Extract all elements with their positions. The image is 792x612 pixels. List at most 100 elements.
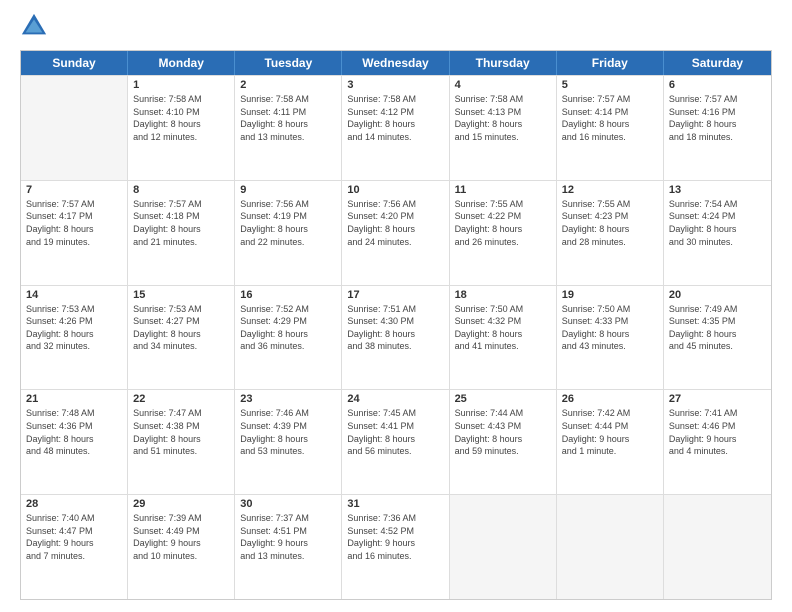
day-number: 12 xyxy=(562,184,658,196)
day-info: Sunrise: 7:57 AM Sunset: 4:17 PM Dayligh… xyxy=(26,198,122,248)
day-number: 4 xyxy=(455,79,551,91)
day-number: 15 xyxy=(133,289,229,301)
cal-week-4: 21 Sunrise: 7:48 AM Sunset: 4:36 PM Dayli… xyxy=(21,389,771,494)
cal-cell: 28 Sunrise: 7:40 AM Sunset: 4:47 PM Dayli… xyxy=(21,495,128,599)
header xyxy=(20,16,772,40)
day-number: 29 xyxy=(133,498,229,510)
day-info: Sunrise: 7:36 AM Sunset: 4:52 PM Dayligh… xyxy=(347,512,443,562)
day-info: Sunrise: 7:54 AM Sunset: 4:24 PM Dayligh… xyxy=(669,198,766,248)
day-number: 10 xyxy=(347,184,443,196)
cal-cell xyxy=(450,495,557,599)
day-number: 24 xyxy=(347,393,443,405)
day-number: 21 xyxy=(26,393,122,405)
cal-cell: 22 Sunrise: 7:47 AM Sunset: 4:38 PM Dayli… xyxy=(128,390,235,494)
cal-week-1: 1 Sunrise: 7:58 AM Sunset: 4:10 PM Daylig… xyxy=(21,75,771,180)
day-info: Sunrise: 7:58 AM Sunset: 4:12 PM Dayligh… xyxy=(347,93,443,143)
calendar-header-row: SundayMondayTuesdayWednesdayThursdayFrid… xyxy=(21,51,771,75)
cal-header-tuesday: Tuesday xyxy=(235,51,342,75)
cal-cell: 5 Sunrise: 7:57 AM Sunset: 4:14 PM Daylig… xyxy=(557,76,664,180)
day-number: 5 xyxy=(562,79,658,91)
cal-cell: 30 Sunrise: 7:37 AM Sunset: 4:51 PM Dayli… xyxy=(235,495,342,599)
cal-cell: 2 Sunrise: 7:58 AM Sunset: 4:11 PM Daylig… xyxy=(235,76,342,180)
day-info: Sunrise: 7:57 AM Sunset: 4:16 PM Dayligh… xyxy=(669,93,766,143)
cal-week-5: 28 Sunrise: 7:40 AM Sunset: 4:47 PM Dayli… xyxy=(21,494,771,599)
day-number: 14 xyxy=(26,289,122,301)
day-number: 6 xyxy=(669,79,766,91)
cal-cell: 15 Sunrise: 7:53 AM Sunset: 4:27 PM Dayli… xyxy=(128,286,235,390)
day-number: 20 xyxy=(669,289,766,301)
cal-cell: 27 Sunrise: 7:41 AM Sunset: 4:46 PM Dayli… xyxy=(664,390,771,494)
day-number: 11 xyxy=(455,184,551,196)
day-info: Sunrise: 7:49 AM Sunset: 4:35 PM Dayligh… xyxy=(669,303,766,353)
day-info: Sunrise: 7:56 AM Sunset: 4:20 PM Dayligh… xyxy=(347,198,443,248)
day-number: 31 xyxy=(347,498,443,510)
day-info: Sunrise: 7:48 AM Sunset: 4:36 PM Dayligh… xyxy=(26,407,122,457)
cal-header-friday: Friday xyxy=(557,51,664,75)
cal-cell: 14 Sunrise: 7:53 AM Sunset: 4:26 PM Dayli… xyxy=(21,286,128,390)
calendar-body: 1 Sunrise: 7:58 AM Sunset: 4:10 PM Daylig… xyxy=(21,75,771,599)
day-info: Sunrise: 7:45 AM Sunset: 4:41 PM Dayligh… xyxy=(347,407,443,457)
cal-cell: 25Sunrise: 7:44 AM Sunset: 4:43 PM Dayli… xyxy=(450,390,557,494)
cal-cell: 10 Sunrise: 7:56 AM Sunset: 4:20 PM Dayli… xyxy=(342,181,449,285)
day-info: Sunrise: 7:58 AM Sunset: 4:13 PM Dayligh… xyxy=(455,93,551,143)
cal-cell: 20 Sunrise: 7:49 AM Sunset: 4:35 PM Dayli… xyxy=(664,286,771,390)
day-number: 7 xyxy=(26,184,122,196)
day-info: Sunrise: 7:52 AM Sunset: 4:29 PM Dayligh… xyxy=(240,303,336,353)
cal-cell: 7 Sunrise: 7:57 AM Sunset: 4:17 PM Daylig… xyxy=(21,181,128,285)
cal-cell: 21 Sunrise: 7:48 AM Sunset: 4:36 PM Dayli… xyxy=(21,390,128,494)
day-info: Sunrise: 7:51 AM Sunset: 4:30 PM Dayligh… xyxy=(347,303,443,353)
day-info: Sunrise: 7:50 AM Sunset: 4:32 PM Dayligh… xyxy=(455,303,551,353)
day-info: Sunrise: 7:42 AM Sunset: 4:44 PM Dayligh… xyxy=(562,407,658,457)
day-info: Sunrise: 7:53 AM Sunset: 4:26 PM Dayligh… xyxy=(26,303,122,353)
day-number: 19 xyxy=(562,289,658,301)
cal-cell: 24 Sunrise: 7:45 AM Sunset: 4:41 PM Dayli… xyxy=(342,390,449,494)
day-number: 22 xyxy=(133,393,229,405)
cal-cell: 9Sunrise: 7:56 AM Sunset: 4:19 PM Daylig… xyxy=(235,181,342,285)
day-info: Sunrise: 7:50 AM Sunset: 4:33 PM Dayligh… xyxy=(562,303,658,353)
day-number: 25 xyxy=(455,393,551,405)
cal-cell: 17 Sunrise: 7:51 AM Sunset: 4:30 PM Dayli… xyxy=(342,286,449,390)
day-number: 3 xyxy=(347,79,443,91)
cal-header-wednesday: Wednesday xyxy=(342,51,449,75)
day-info: Sunrise: 7:40 AM Sunset: 4:47 PM Dayligh… xyxy=(26,512,122,562)
day-info: Sunrise: 7:57 AM Sunset: 4:14 PM Dayligh… xyxy=(562,93,658,143)
day-info: Sunrise: 7:37 AM Sunset: 4:51 PM Dayligh… xyxy=(240,512,336,562)
cal-week-2: 7 Sunrise: 7:57 AM Sunset: 4:17 PM Daylig… xyxy=(21,180,771,285)
day-info: Sunrise: 7:56 AM Sunset: 4:19 PM Dayligh… xyxy=(240,198,336,248)
cal-cell: 31 Sunrise: 7:36 AM Sunset: 4:52 PM Dayli… xyxy=(342,495,449,599)
day-info: Sunrise: 7:41 AM Sunset: 4:46 PM Dayligh… xyxy=(669,407,766,457)
cal-cell: 16 Sunrise: 7:52 AM Sunset: 4:29 PM Dayli… xyxy=(235,286,342,390)
cal-cell: 6 Sunrise: 7:57 AM Sunset: 4:16 PM Daylig… xyxy=(664,76,771,180)
day-number: 2 xyxy=(240,79,336,91)
calendar: SundayMondayTuesdayWednesdayThursdayFrid… xyxy=(20,50,772,600)
logo xyxy=(20,16,52,40)
day-number: 18 xyxy=(455,289,551,301)
cal-cell xyxy=(557,495,664,599)
day-number: 17 xyxy=(347,289,443,301)
cal-cell xyxy=(21,76,128,180)
day-number: 8 xyxy=(133,184,229,196)
day-number: 1 xyxy=(133,79,229,91)
cal-cell: 26 Sunrise: 7:42 AM Sunset: 4:44 PM Dayli… xyxy=(557,390,664,494)
cal-cell: 11 Sunrise: 7:55 AM Sunset: 4:22 PM Dayli… xyxy=(450,181,557,285)
cal-cell: 4 Sunrise: 7:58 AM Sunset: 4:13 PM Daylig… xyxy=(450,76,557,180)
cal-cell: 1 Sunrise: 7:58 AM Sunset: 4:10 PM Daylig… xyxy=(128,76,235,180)
day-info: Sunrise: 7:57 AM Sunset: 4:18 PM Dayligh… xyxy=(133,198,229,248)
cal-cell xyxy=(664,495,771,599)
day-info: Sunrise: 7:47 AM Sunset: 4:38 PM Dayligh… xyxy=(133,407,229,457)
day-number: 28 xyxy=(26,498,122,510)
cal-header-monday: Monday xyxy=(128,51,235,75)
day-number: 26 xyxy=(562,393,658,405)
day-info: Sunrise: 7:55 AM Sunset: 4:22 PM Dayligh… xyxy=(455,198,551,248)
day-info: Sunrise: 7:55 AM Sunset: 4:23 PM Dayligh… xyxy=(562,198,658,248)
day-number: 23 xyxy=(240,393,336,405)
day-info: Sunrise: 7:58 AM Sunset: 4:10 PM Dayligh… xyxy=(133,93,229,143)
day-info: Sunrise: 7:58 AM Sunset: 4:11 PM Dayligh… xyxy=(240,93,336,143)
cal-header-saturday: Saturday xyxy=(664,51,771,75)
day-info: Sunrise: 7:46 AM Sunset: 4:39 PM Dayligh… xyxy=(240,407,336,457)
day-info: Sunrise: 7:39 AM Sunset: 4:49 PM Dayligh… xyxy=(133,512,229,562)
day-number: 30 xyxy=(240,498,336,510)
day-info: Sunrise: 7:53 AM Sunset: 4:27 PM Dayligh… xyxy=(133,303,229,353)
day-number: 27 xyxy=(669,393,766,405)
day-number: 16 xyxy=(240,289,336,301)
